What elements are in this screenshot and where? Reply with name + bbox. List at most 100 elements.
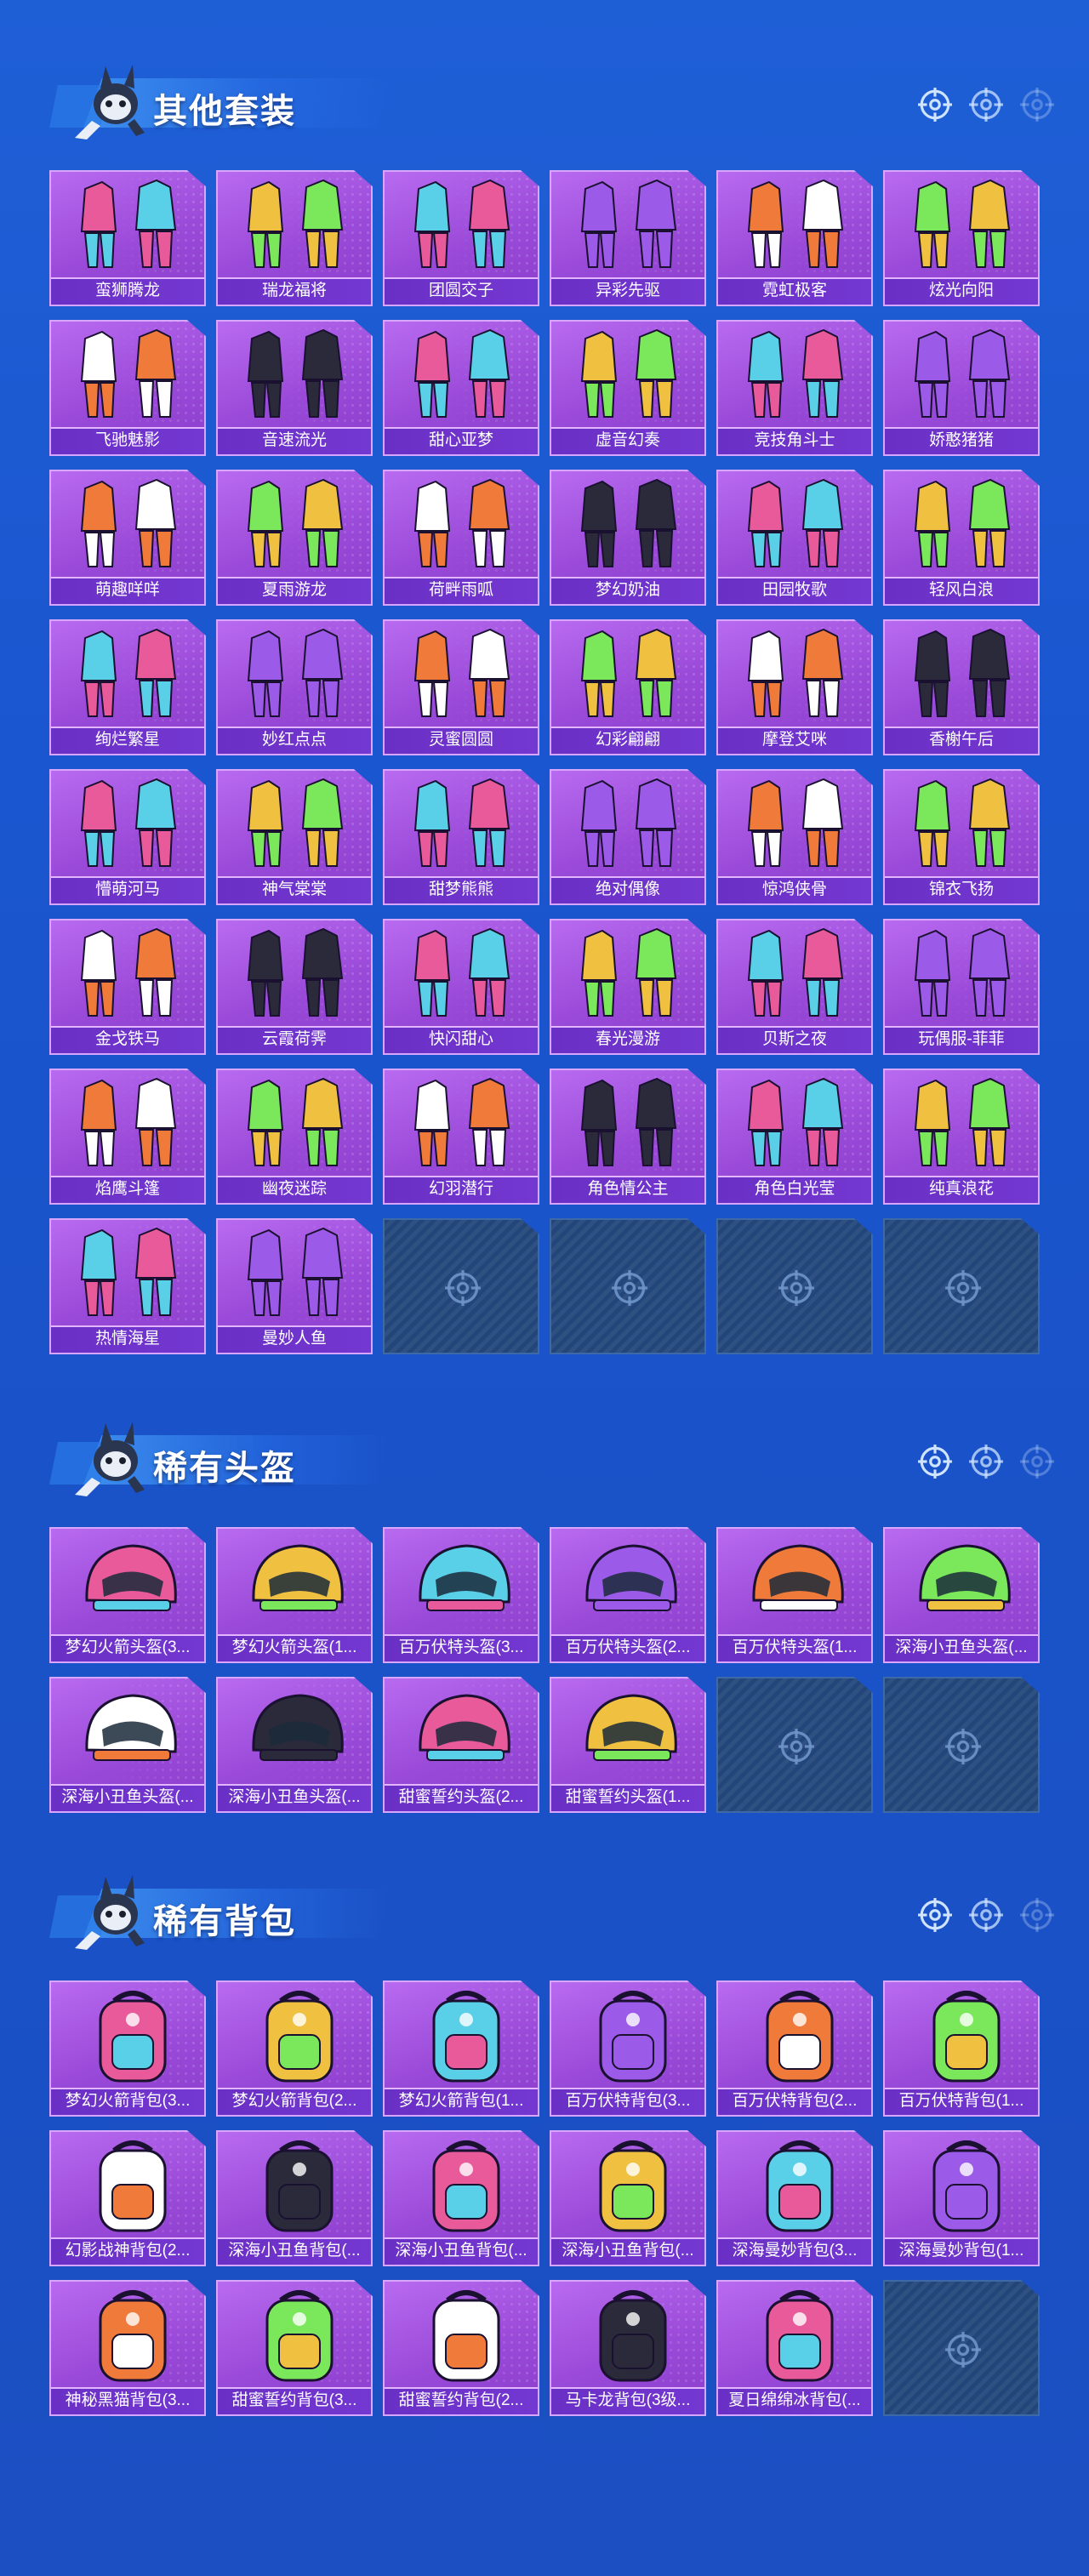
helmet-icon [85,1694,177,1761]
item-card[interactable]: 深海小丑鱼头盔(... [883,1527,1040,1663]
item-card[interactable]: 香榭午后 [883,619,1040,755]
outfit-icon [914,328,1011,418]
outfit-icon [247,1077,344,1166]
crosshair-icon [918,1445,952,1479]
backpack-icon [265,2290,334,2382]
item-card[interactable]: 妙红点点 [216,619,373,755]
item-card[interactable]: 绚烂繁星 [49,619,206,755]
item-card[interactable]: 甜心亚梦 [383,320,539,456]
outfit-icon [247,628,344,717]
item-card[interactable]: 娇憨猪猪 [883,320,1040,456]
mascot-icon [49,1875,145,1950]
item-card[interactable]: 百万伏特头盔(3... [383,1527,539,1663]
item-name: 懵萌河马 [51,876,204,903]
outfit-icon [747,328,844,418]
item-card[interactable]: 异彩先驱 [550,170,706,306]
item-card[interactable]: 纯真浪花 [883,1069,1040,1205]
item-card[interactable]: 萌趣咩咩 [49,470,206,606]
item-card[interactable]: 轻风白浪 [883,470,1040,606]
item-card[interactable]: 夏雨游龙 [216,470,373,606]
item-card[interactable]: 深海小丑鱼背包(... [550,2130,706,2266]
item-name: 灵蜜圆圆 [385,727,538,754]
crosshair-icon [969,1898,1003,1932]
item-card[interactable]: 百万伏特头盔(1... [716,1527,873,1663]
item-card[interactable]: 甜梦熊熊 [383,769,539,905]
item-card[interactable]: 灵蜜圆圆 [383,619,539,755]
item-card[interactable]: 角色白光莹 [716,1069,873,1205]
item-card[interactable]: 虚音幻奏 [550,320,706,456]
crosshair-icon [945,1270,981,1306]
item-name: 深海小丑鱼背包(... [218,2237,371,2265]
item-card[interactable]: 玩偶服-菲菲 [883,919,1040,1055]
item-card[interactable]: 田园牧歌 [716,470,873,606]
item-name: 焰鹰斗篷 [51,1176,204,1203]
item-card[interactable]: 深海小丑鱼背包(... [216,2130,373,2266]
item-card[interactable]: 焰鹰斗篷 [49,1069,206,1205]
item-name: 萌趣咩咩 [51,577,204,604]
item-card[interactable]: 百万伏特头盔(2... [550,1527,706,1663]
item-card[interactable]: 深海小丑鱼背包(... [383,2130,539,2266]
item-card[interactable]: 曼妙人鱼 [216,1218,373,1354]
item-card[interactable]: 梦幻火箭头盔(3... [49,1527,206,1663]
item-card[interactable]: 深海小丑鱼头盔(... [49,1677,206,1813]
item-card[interactable]: 百万伏特背包(2... [716,1980,873,2117]
item-card[interactable]: 蛮狮腾龙 [49,170,206,306]
item-card[interactable]: 夏日绵绵冰背包(... [716,2280,873,2416]
item-card[interactable]: 梦幻火箭背包(3... [49,1980,206,2117]
item-card[interactable]: 马卡龙背包(3级... [550,2280,706,2416]
outfit-icon [747,1077,844,1166]
item-card[interactable]: 春光漫游 [550,919,706,1055]
item-card[interactable]: 团圆交子 [383,170,539,306]
crosshair-icon [1020,1898,1054,1932]
item-card[interactable]: 深海曼妙背包(3... [716,2130,873,2266]
item-card[interactable]: 锦衣飞扬 [883,769,1040,905]
item-card[interactable]: 惊鸿侠骨 [716,769,873,905]
section-header: 稀有头盔 [24,1408,1079,1502]
backpack-icon [932,1991,1001,2083]
item-card[interactable]: 深海小丑鱼头盔(... [216,1677,373,1813]
item-card[interactable]: 梦幻火箭背包(2... [216,1980,373,2117]
item-card[interactable]: 神秘黑猫背包(3... [49,2280,206,2416]
item-card[interactable]: 幻羽潜行 [383,1069,539,1205]
item-card[interactable]: 快闪甜心 [383,919,539,1055]
item-card[interactable]: 甜蜜誓约头盔(2... [383,1677,539,1813]
item-card[interactable]: 懵萌河马 [49,769,206,905]
item-card[interactable]: 幽夜迷踪 [216,1069,373,1205]
crosshair-icon [969,1445,1003,1479]
item-card[interactable]: 音速流光 [216,320,373,456]
item-card[interactable]: 竞技角斗士 [716,320,873,456]
item-card[interactable]: 霓虹极客 [716,170,873,306]
item-card[interactable]: 贝斯之夜 [716,919,873,1055]
item-name: 甜梦熊熊 [385,876,538,903]
item-name: 幻影战神背包(2... [51,2237,204,2265]
item-card[interactable]: 甜蜜誓约背包(2... [383,2280,539,2416]
item-card[interactable]: 幻影战神背包(2... [49,2130,206,2266]
item-card[interactable]: 云霞荷霁 [216,919,373,1055]
item-card[interactable]: 炫光向阳 [883,170,1040,306]
item-card[interactable]: 甜蜜誓约背包(3... [216,2280,373,2416]
item-card[interactable]: 幻彩翩翩 [550,619,706,755]
item-card[interactable]: 摩登艾咪 [716,619,873,755]
item-card[interactable]: 深海曼妙背包(1... [883,2130,1040,2266]
item-name: 深海曼妙背包(1... [885,2237,1038,2265]
item-card[interactable]: 梦幻奶油 [550,470,706,606]
item-card[interactable]: 百万伏特背包(1... [883,1980,1040,2117]
outfit-icon [580,628,677,717]
item-card[interactable]: 梦幻火箭头盔(1... [216,1527,373,1663]
item-card[interactable]: 绝对偶像 [550,769,706,905]
mascot-icon [49,1422,145,1496]
item-card[interactable]: 角色情公主 [550,1069,706,1205]
outfit-icon [80,179,177,268]
item-card[interactable]: 百万伏特背包(3... [550,1980,706,2117]
item-card[interactable]: 甜蜜誓约头盔(1... [550,1677,706,1813]
helmet-icon [252,1544,344,1611]
item-card[interactable]: 瑞龙福将 [216,170,373,306]
item-name: 深海小丑鱼头盔(... [885,1634,1038,1661]
item-card[interactable]: 金戈铁马 [49,919,206,1055]
item-card[interactable]: 梦幻火箭背包(1... [383,1980,539,2117]
item-card[interactable]: 荷畔雨呱 [383,470,539,606]
item-card[interactable]: 热情海星 [49,1218,206,1354]
item-card[interactable]: 神气棠棠 [216,769,373,905]
crosshair-icon [445,1270,481,1306]
item-card[interactable]: 飞驰魅影 [49,320,206,456]
